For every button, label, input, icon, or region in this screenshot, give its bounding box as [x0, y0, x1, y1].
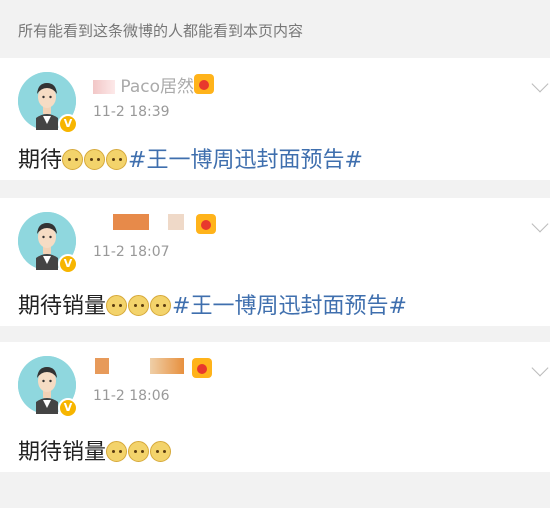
doge-emoji-icon [106, 441, 128, 462]
post-time: 11-2 18:07 [93, 244, 170, 260]
verified-badge-icon: V [58, 398, 78, 418]
username[interactable] [93, 356, 185, 378]
chevron-down-icon[interactable] [531, 359, 549, 377]
hashtag-link[interactable]: #王一博周迅封面预告# [128, 148, 363, 173]
doge-emoji-icon [128, 441, 150, 462]
visibility-notice: 所有能看到这条微博的人都能看到本页内容 [0, 0, 550, 58]
post-card[interactable]: V 11-2 18:07 期待销量 #王一博周迅封面预告# [0, 198, 550, 326]
post-time: 11-2 18:39 [93, 104, 170, 120]
doge-emoji-icon [106, 295, 128, 316]
post-content: 期待销量 [18, 434, 172, 466]
verified-badge-icon: V [58, 114, 78, 134]
avatar[interactable]: V [18, 356, 78, 418]
hashtag-link[interactable]: #王一博周迅封面预告# [172, 294, 407, 319]
doge-emoji-icon [150, 441, 172, 462]
level-badge-icon [196, 214, 216, 234]
username[interactable]: Paco居然 [93, 72, 194, 97]
doge-emoji-icon [128, 295, 150, 316]
post-text: 期待销量 [18, 440, 107, 465]
level-badge-icon [192, 358, 212, 378]
doge-emoji-icon [62, 149, 84, 170]
post-card[interactable]: V 11-2 18:06 期待销量 [0, 342, 550, 472]
post-content: 期待销量 #王一博周迅封面预告# [18, 288, 407, 320]
avatar[interactable]: V [18, 212, 78, 274]
doge-emoji-icon [106, 149, 128, 170]
level-badge-icon [194, 74, 214, 94]
avatar[interactable]: V [18, 72, 78, 134]
post-text: 期待销量 [18, 294, 107, 319]
verified-badge-icon: V [58, 254, 78, 274]
post-text: 期待 [18, 148, 63, 173]
doge-emoji-icon [150, 295, 172, 316]
username[interactable] [93, 212, 185, 234]
post-card[interactable]: V Paco居然 11-2 18:39 期待 #王一博周迅封面预告# [0, 58, 550, 180]
doge-emoji-icon [84, 149, 106, 170]
chevron-down-icon[interactable] [531, 75, 549, 93]
chevron-down-icon[interactable] [531, 215, 549, 233]
post-time: 11-2 18:06 [93, 388, 170, 404]
post-content: 期待 #王一博周迅封面预告# [18, 142, 363, 174]
